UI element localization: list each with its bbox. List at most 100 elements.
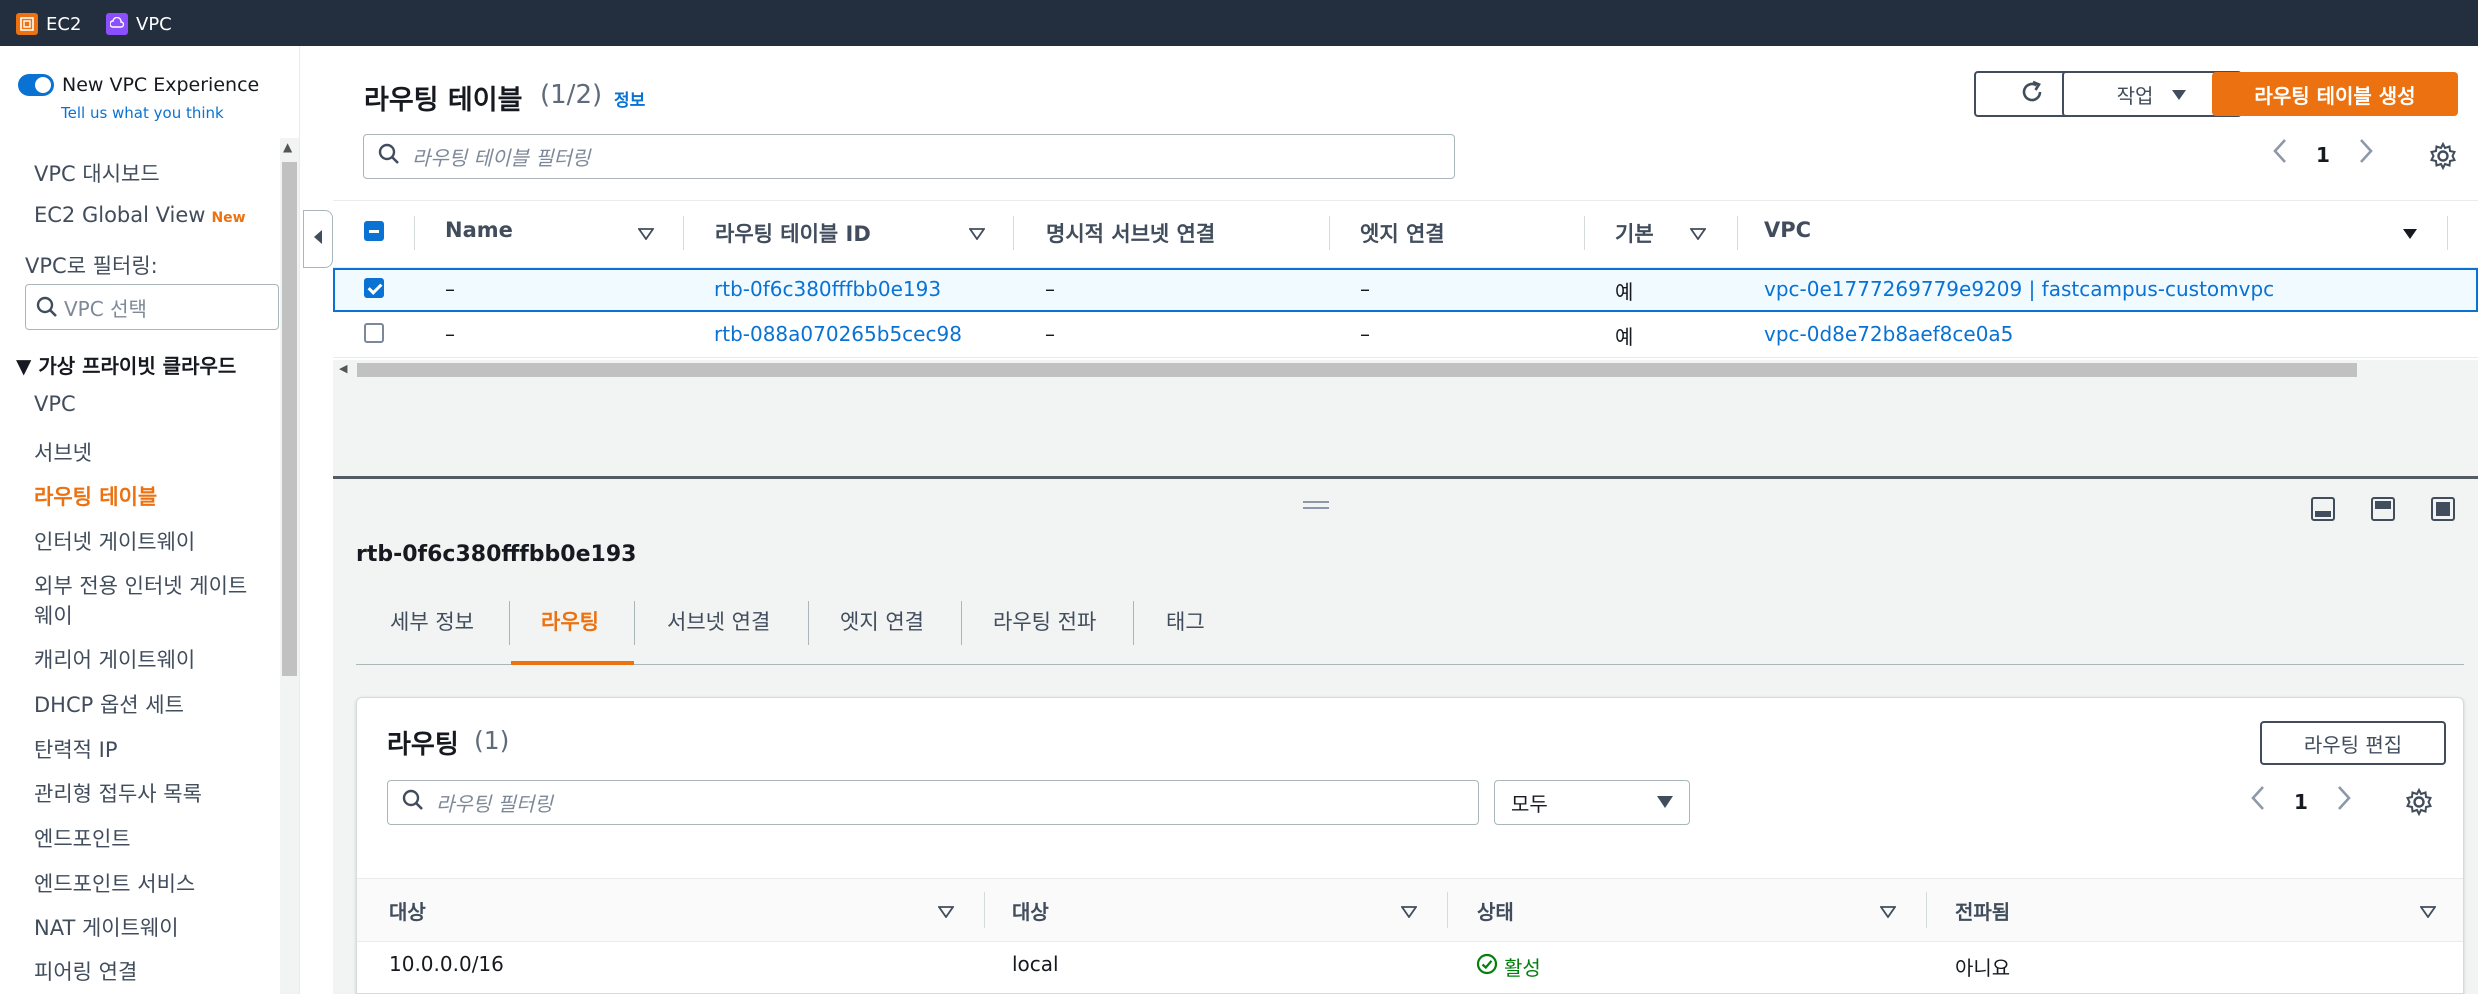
row-checkbox[interactable] [364, 323, 384, 343]
row-vpc[interactable]: vpc-0e1777269779e9209 | fastcampus-custo… [1764, 277, 2274, 301]
sort-icon[interactable] [637, 225, 655, 244]
column-divider [1926, 892, 1927, 928]
column-divider [414, 216, 415, 250]
tab-routes[interactable]: 라우팅 [541, 606, 599, 636]
tab-details[interactable]: 세부 정보 [390, 606, 474, 636]
sidebar-item-nat-gateways[interactable]: NAT 게이트웨이 [34, 912, 179, 942]
row-subnet: – [1045, 277, 1055, 301]
routes-search-input[interactable]: 라우팅 필터링 [387, 780, 1479, 825]
column-divider [984, 892, 985, 928]
column-header-vpc[interactable]: VPC [1764, 218, 1811, 242]
sidebar-item-dashboard[interactable]: VPC 대시보드 [34, 158, 160, 188]
sort-icon[interactable] [2419, 903, 2437, 922]
next-page-icon[interactable] [2358, 138, 2374, 171]
scroll-left-icon[interactable]: ◀ [339, 362, 347, 375]
panel-maximize-icon[interactable] [2431, 497, 2455, 521]
column-divider [1584, 216, 1585, 250]
search-placeholder: 라우팅 테이블 필터링 [412, 146, 591, 170]
settings-gear-icon[interactable] [2429, 141, 2457, 174]
table-horizontal-scrollbar[interactable]: ◀ [333, 360, 2478, 380]
sort-icon[interactable] [1689, 225, 1707, 244]
info-link[interactable]: 정보 [614, 86, 645, 111]
sidebar-item-prefix-lists[interactable]: 관리형 접두사 목록 [34, 778, 202, 808]
scrollbar-thumb[interactable] [282, 162, 297, 676]
current-page[interactable]: 1 [2294, 790, 2308, 814]
vpc-shortcut[interactable]: VPC [106, 13, 172, 35]
sidebar-item-vpc[interactable]: VPC [34, 392, 76, 416]
next-page-icon[interactable] [2336, 785, 2352, 818]
panel-side-icon[interactable] [2371, 497, 2395, 521]
panel-bottom-icon[interactable] [2311, 497, 2335, 521]
column-header-destination[interactable]: 대상 [389, 896, 426, 925]
global-view-label: EC2 Global View [34, 203, 206, 227]
column-header-status[interactable]: 상태 [1477, 896, 1514, 925]
detail-title: rtb-0f6c380fffbb0e193 [356, 542, 637, 567]
sidebar-item-carrier-gateways[interactable]: 캐리어 게이트웨이 [34, 644, 195, 674]
vpc-filter-select[interactable]: VPC 선택 [25, 284, 279, 330]
tab-edge-associations[interactable]: 엣지 연결 [840, 606, 924, 636]
sidebar-item-elastic-ips[interactable]: 탄력적 IP [34, 734, 118, 764]
scrollbar-thumb[interactable] [357, 363, 2357, 377]
sidebar-item-internet-gateways[interactable]: 인터넷 게이트웨이 [34, 526, 195, 556]
tab-route-propagation[interactable]: 라우팅 전파 [993, 606, 1096, 636]
row-main: 예 [1615, 325, 1634, 349]
previous-page-icon[interactable] [2250, 785, 2266, 818]
previous-page-icon[interactable] [2272, 138, 2288, 171]
column-header-route-table-id[interactable]: 라우팅 테이블 ID [715, 218, 871, 248]
vpc-filter-label: VPC로 필터링: [25, 254, 158, 278]
route-status-label: 활성 [1504, 956, 1541, 980]
sidebar-item-endpoint-services[interactable]: 엔드포인트 서비스 [34, 868, 195, 898]
column-header-explicit-subnet[interactable]: 명시적 서브넷 연결 [1046, 218, 1215, 248]
edit-routes-button[interactable]: 라우팅 편집 [2260, 721, 2446, 765]
sidebar-item-dhcp-options[interactable]: DHCP 옵션 세트 [34, 689, 184, 719]
select-all-checkbox[interactable] [364, 221, 384, 241]
create-route-table-button[interactable]: 라우팅 테이블 생성 [2212, 72, 2458, 116]
search-placeholder: 라우팅 필터링 [436, 792, 553, 816]
row-edge: – [1360, 277, 1370, 301]
column-header-propagated[interactable]: 전파됨 [1955, 896, 2010, 925]
sidebar-item-egress-only-igw[interactable]: 외부 전용 인터넷 게이트 웨이 [34, 570, 247, 630]
column-divider [2447, 216, 2448, 250]
sidebar-item-subnets[interactable]: 서브넷 [34, 437, 92, 467]
vpc-section-header[interactable]: ▼ 가상 프라이빗 클라우드 [16, 350, 236, 379]
page-title: 라우팅 테이블 [364, 85, 523, 116]
row-route-table-id[interactable]: rtb-088a070265b5cec98 [714, 322, 962, 346]
column-header-edge-associations[interactable]: 엣지 연결 [1360, 218, 1445, 248]
tab-tags[interactable]: 태그 [1166, 606, 1205, 636]
route-table-search-input[interactable]: 라우팅 테이블 필터링 [363, 134, 1455, 179]
collapse-sidebar-button[interactable] [303, 210, 333, 268]
sidebar-item-route-tables[interactable]: 라우팅 테이블 [34, 481, 157, 511]
sort-icon[interactable] [937, 903, 955, 922]
row-checkbox[interactable] [364, 278, 384, 298]
column-header-target[interactable]: 대상 [1012, 896, 1049, 925]
ec2-shortcut[interactable]: EC2 [16, 13, 81, 35]
actions-label: 작업 [2116, 83, 2154, 108]
row-main: 예 [1615, 280, 1634, 304]
sidebar-item-peering[interactable]: 피어링 연결 [34, 956, 137, 986]
route-filter-select[interactable]: 모두 [1494, 780, 1690, 825]
sidebar: New VPC Experience Tell us what you thin… [0, 46, 300, 994]
new-vpc-experience-toggle[interactable]: New VPC Experience [18, 74, 259, 96]
toggle-switch[interactable] [18, 74, 54, 96]
sidebar-item-endpoints[interactable]: 엔드포인트 [34, 823, 131, 853]
current-page[interactable]: 1 [2316, 143, 2330, 167]
route-destination: 10.0.0.0/16 [389, 952, 504, 976]
sort-icon[interactable] [1400, 903, 1418, 922]
routes-container [356, 697, 2464, 994]
column-header-main[interactable]: 기본 [1615, 218, 1654, 248]
scroll-up-icon[interactable]: ▲ [283, 140, 292, 154]
tab-subnet-associations[interactable]: 서브넷 연결 [667, 606, 770, 636]
row-vpc[interactable]: vpc-0d8e72b8aef8ce0a5 [1764, 322, 2013, 346]
sort-icon[interactable] [968, 225, 986, 244]
feedback-link[interactable]: Tell us what you think [61, 104, 224, 122]
settings-gear-icon[interactable] [2405, 787, 2433, 820]
sort-icon[interactable] [2402, 225, 2418, 244]
sidebar-scrollbar[interactable]: ▲ [280, 138, 299, 994]
column-divider [683, 216, 684, 250]
sidebar-item-global-view[interactable]: EC2 Global View New [34, 203, 246, 227]
sort-icon[interactable] [1879, 903, 1897, 922]
column-header-name[interactable]: Name [445, 218, 513, 242]
row-route-table-id[interactable]: rtb-0f6c380fffbb0e193 [714, 277, 941, 301]
resize-handle-icon[interactable] [1303, 501, 1329, 509]
table-row[interactable] [333, 313, 2478, 358]
